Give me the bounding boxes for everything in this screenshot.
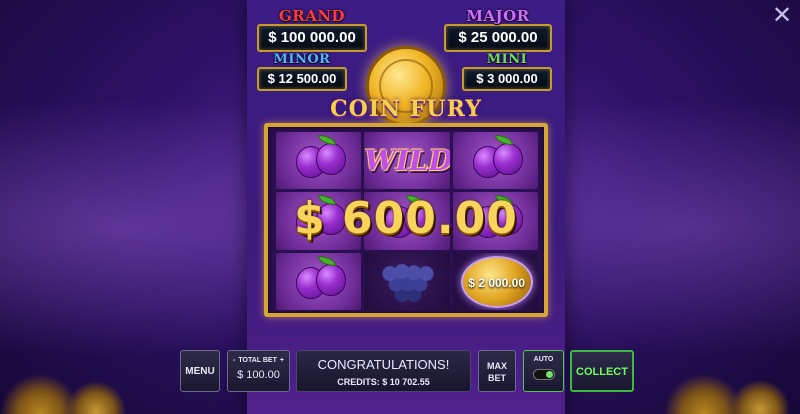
menu-button[interactable]: MENU	[180, 350, 220, 392]
message-panel: CONGRATULATIONS! CREDITS: $ 10 702.55	[296, 350, 471, 392]
max-bet-label-line2: BET	[488, 373, 506, 383]
reel-cell-plum	[452, 132, 538, 190]
coin-symbol-icon: $ 2 000.00	[460, 255, 533, 308]
game-logo: COIN FURY	[330, 96, 482, 122]
reel-cell-grapes	[364, 252, 450, 310]
plum-icon	[316, 143, 346, 175]
jackpot-major-amount: $ 25 000.00	[444, 24, 552, 52]
bet-decrease-button[interactable]: -	[233, 357, 235, 364]
total-bet-header: - TOTAL BET +	[228, 357, 289, 364]
total-bet-value: $ 100.00	[237, 369, 280, 381]
win-amount: $ 600.00	[294, 193, 518, 244]
wild-symbol: WILD	[364, 144, 450, 177]
auto-toggle[interactable]	[532, 369, 555, 380]
control-bar: MENU - TOTAL BET + $ 100.00 CONGRATULATI…	[0, 350, 800, 392]
auto-toggle-knob	[545, 371, 553, 378]
reel-cell-wild: WILD	[364, 132, 450, 190]
jackpot-mini: MINI $ 3 000.00	[462, 53, 552, 91]
max-bet-button[interactable]: MAX BET	[478, 350, 516, 392]
auto-label: AUTO	[533, 356, 554, 363]
plum-icon	[492, 143, 523, 175]
coin-symbol-value: $ 2 000.00	[468, 275, 526, 290]
plum-leaf-icon	[318, 135, 336, 145]
message-text: CONGRATULATIONS!	[317, 357, 450, 372]
reel-cell-plum	[276, 132, 362, 190]
jackpot-minor-title: MINOR	[273, 52, 331, 67]
plum-leaf-icon	[494, 135, 513, 145]
plum-leaf-icon	[318, 255, 336, 266]
jackpot-major: MAJOR $ 25 000.00	[444, 8, 552, 52]
jackpot-mini-title: MINI	[486, 52, 528, 67]
plum-icon	[316, 263, 346, 296]
jackpot-grand: GRAND $ 100 000.00	[257, 8, 367, 52]
auto-button[interactable]: AUTO	[523, 350, 564, 392]
total-bet-label: TOTAL BET	[238, 357, 277, 364]
jackpot-minor: MINOR $ 12 500.00	[257, 53, 347, 91]
reel-cell-coin: $ 2 000.00	[452, 252, 538, 310]
collect-button[interactable]: COLLECT	[570, 350, 634, 392]
max-bet-label-line1: MAX	[487, 361, 507, 371]
close-icon[interactable]: ✕	[770, 4, 794, 28]
jackpot-grand-title: GRAND	[278, 7, 346, 25]
reel-cell-plum	[276, 252, 362, 310]
jackpot-mini-amount: $ 3 000.00	[462, 67, 552, 91]
jackpot-minor-amount: $ 12 500.00	[257, 67, 347, 91]
bet-increase-button[interactable]: +	[280, 357, 284, 364]
credits-text: CREDITS: $ 10 702.55	[337, 377, 430, 387]
grapes-icon	[378, 260, 439, 303]
jackpot-grand-amount: $ 100 000.00	[257, 24, 367, 52]
total-bet-control[interactable]: - TOTAL BET + $ 100.00	[227, 350, 290, 392]
jackpot-major-title: MAJOR	[466, 7, 530, 25]
